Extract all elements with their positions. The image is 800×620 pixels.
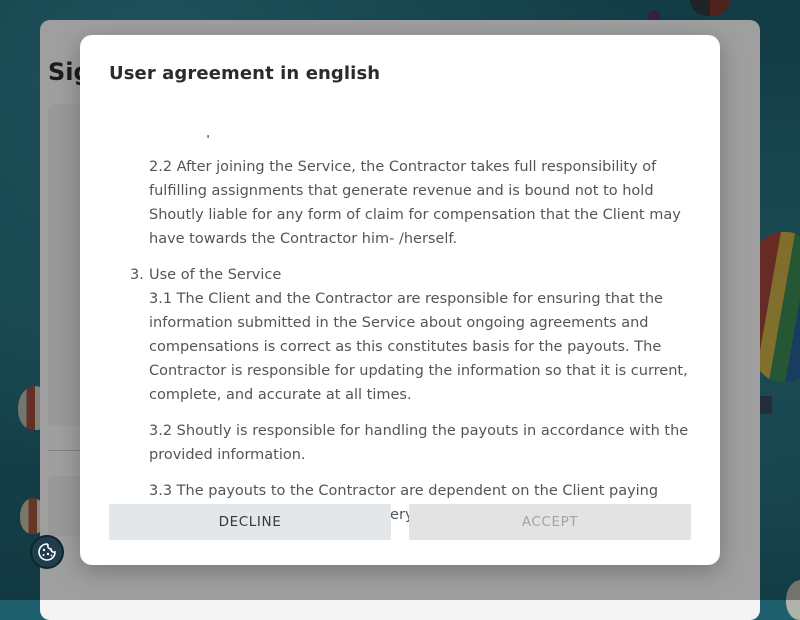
dialog-actions: DECLINE ACCEPT [109,504,691,540]
cookie-settings-button[interactable] [30,535,64,569]
agreement-paragraph-3-1: 3.1 The Client and the Contractor are re… [149,291,688,403]
agreement-paragraph-3-2: 3.2 Shoutly is responsible for handling … [149,423,689,463]
dialog-title: User agreement in english [109,63,381,84]
cookie-icon [37,542,57,562]
agreement-section-3: 3. Use of the Service 3.1 The Client and… [109,263,699,539]
section-content: Use of the Service 3.1 The Client and th… [149,263,699,539]
section-number: 3. [130,267,144,283]
agreement-paragraph: follow-ups. [149,135,699,143]
agreement-text-scroll-area[interactable]: follow-ups. 2.2 After joining the Servic… [109,135,699,541]
user-agreement-dialog: User agreement in english follow-ups. 2.… [80,35,720,565]
accept-button[interactable]: ACCEPT [409,504,691,540]
agreement-text: follow-ups. 2.2 After joining the Servic… [109,135,699,539]
section-heading: Use of the Service [149,267,282,283]
decline-button[interactable]: DECLINE [109,504,391,540]
agreement-paragraph-2-2: 2.2 After joining the Service, the Contr… [149,159,681,247]
